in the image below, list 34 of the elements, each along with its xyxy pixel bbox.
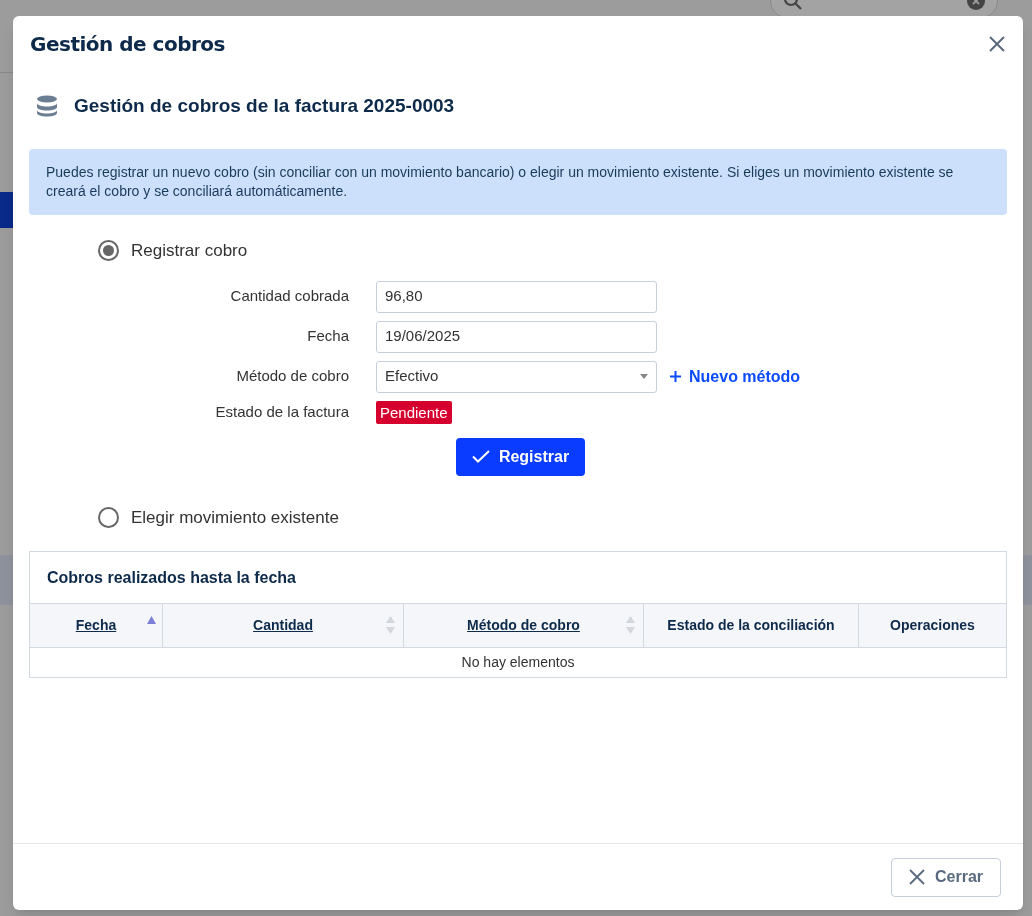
section-title: Gestión de cobros de la factura 2025-0003 xyxy=(74,93,455,118)
field-label: Estado de la factura xyxy=(214,401,349,422)
close-icon xyxy=(909,869,925,885)
radio-button[interactable] xyxy=(98,240,119,262)
info-box: Puedes registrar un nuevo cobro (sin conciliar con un movimiento bancario) o elegir un movimiento existente. Si eliges un movimiento existente se creará el cobro y se conciliará automáticamente. xyxy=(29,149,1007,215)
register-button[interactable]: Registrar xyxy=(456,437,585,476)
status-badge: Pendiente xyxy=(376,400,452,424)
date-field[interactable]: 19/06/2025 xyxy=(376,320,657,353)
close-icon[interactable] xyxy=(989,36,1005,52)
background-band xyxy=(1023,555,1032,605)
column-header[interactable]: Fecha xyxy=(30,604,163,647)
dialog-title: Gestión de cobros xyxy=(30,31,225,58)
radio-label: Registrar cobro xyxy=(131,240,248,262)
radio-label: Elegir movimiento existente xyxy=(131,506,339,529)
column-header[interactable]: Cantidad xyxy=(163,604,404,647)
column-header: Estado de la conciliación xyxy=(644,604,859,647)
new-method-link[interactable]: Nuevo método xyxy=(670,364,1007,389)
plus-icon xyxy=(670,371,681,382)
sort-ascending-icon[interactable] xyxy=(147,616,156,624)
amount-field[interactable]: 96,80 xyxy=(376,280,657,313)
check-icon xyxy=(471,450,490,463)
method-dropdown[interactable]: Efectivo xyxy=(376,360,657,393)
field-label: Método de cobro xyxy=(235,366,349,387)
empty-message: No hay elementos xyxy=(460,653,576,672)
column-header[interactable]: Método de cobro xyxy=(404,604,644,647)
table-title: Cobros realizados hasta la fecha xyxy=(46,567,297,588)
column-header: Operaciones xyxy=(889,616,976,635)
radio-button[interactable] xyxy=(98,506,119,528)
field-label: Cantidad cobrada xyxy=(229,286,349,307)
field-label: Fecha xyxy=(306,326,349,347)
close-button[interactable]: Cerrar xyxy=(891,857,1001,897)
background-band xyxy=(0,555,13,605)
caret-icon xyxy=(640,374,648,379)
database-icon xyxy=(36,95,58,117)
